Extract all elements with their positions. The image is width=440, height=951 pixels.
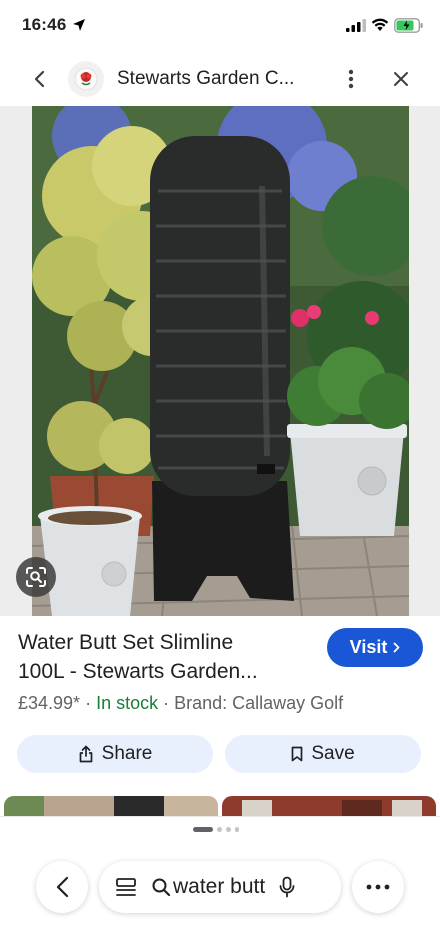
page-header: Stewarts Garden C... [0, 52, 440, 106]
status-bar: 16:46 [0, 0, 440, 52]
list-icon[interactable] [115, 876, 137, 898]
image-area [0, 106, 440, 616]
bookmark-icon [291, 746, 303, 762]
more-options-button[interactable] [339, 66, 363, 92]
mic-icon[interactable] [279, 876, 295, 898]
product-meta: £34.99* · In stock · Brand: Callaway Golf [18, 693, 344, 713]
product-title-line-2: 100L - Stewarts Garden... [18, 660, 258, 683]
chevron-right-icon [393, 642, 400, 653]
stock-status: In stock [96, 693, 159, 713]
site-logo[interactable] [68, 61, 104, 97]
product-brand: Brand: Callaway Golf [174, 693, 344, 713]
close-icon [394, 72, 408, 86]
site-title[interactable]: Stewarts Garden C... [117, 68, 294, 90]
lens-icon [26, 567, 46, 587]
more-vertical-icon [348, 69, 354, 89]
product-image[interactable] [32, 106, 409, 616]
more-horizontal-icon [366, 884, 390, 890]
save-button[interactable]: Save [225, 735, 421, 773]
status-time: 16:46 [22, 15, 67, 34]
share-icon [79, 745, 92, 763]
battery-icon [394, 18, 423, 33]
signal-icon [346, 19, 366, 32]
page-dot-active [193, 827, 213, 832]
page-indicator [193, 827, 239, 832]
related-image-1[interactable] [4, 796, 218, 816]
page-dot [226, 827, 231, 832]
page-dot [217, 827, 222, 832]
product-price: £34.99* [18, 693, 81, 713]
visit-button[interactable]: Visit [327, 628, 423, 667]
product-title[interactable]: Water Butt Set Slimline 100L - Stewarts … [18, 628, 318, 686]
nav-back-button[interactable] [36, 861, 88, 913]
back-button[interactable] [26, 66, 52, 92]
back-arrow-icon [34, 70, 45, 88]
lens-button[interactable] [16, 557, 56, 597]
share-label: Share [101, 743, 153, 764]
location-arrow-icon [73, 19, 85, 31]
page-dot [235, 827, 239, 832]
wifi-icon [371, 18, 389, 31]
save-label: Save [311, 743, 355, 764]
back-arrow-icon [56, 876, 69, 898]
search-query[interactable]: water butt [173, 875, 265, 899]
search-bar[interactable]: water butt [99, 861, 341, 913]
visit-label: Visit [349, 637, 388, 657]
product-title-line-1: Water Butt Set Slimline [18, 631, 234, 654]
search-icon [152, 878, 171, 897]
close-button[interactable] [388, 66, 414, 92]
site-logo-icon [74, 67, 98, 91]
related-image-2[interactable] [222, 796, 436, 816]
share-button[interactable]: Share [17, 735, 213, 773]
more-menu-button[interactable] [352, 861, 404, 913]
